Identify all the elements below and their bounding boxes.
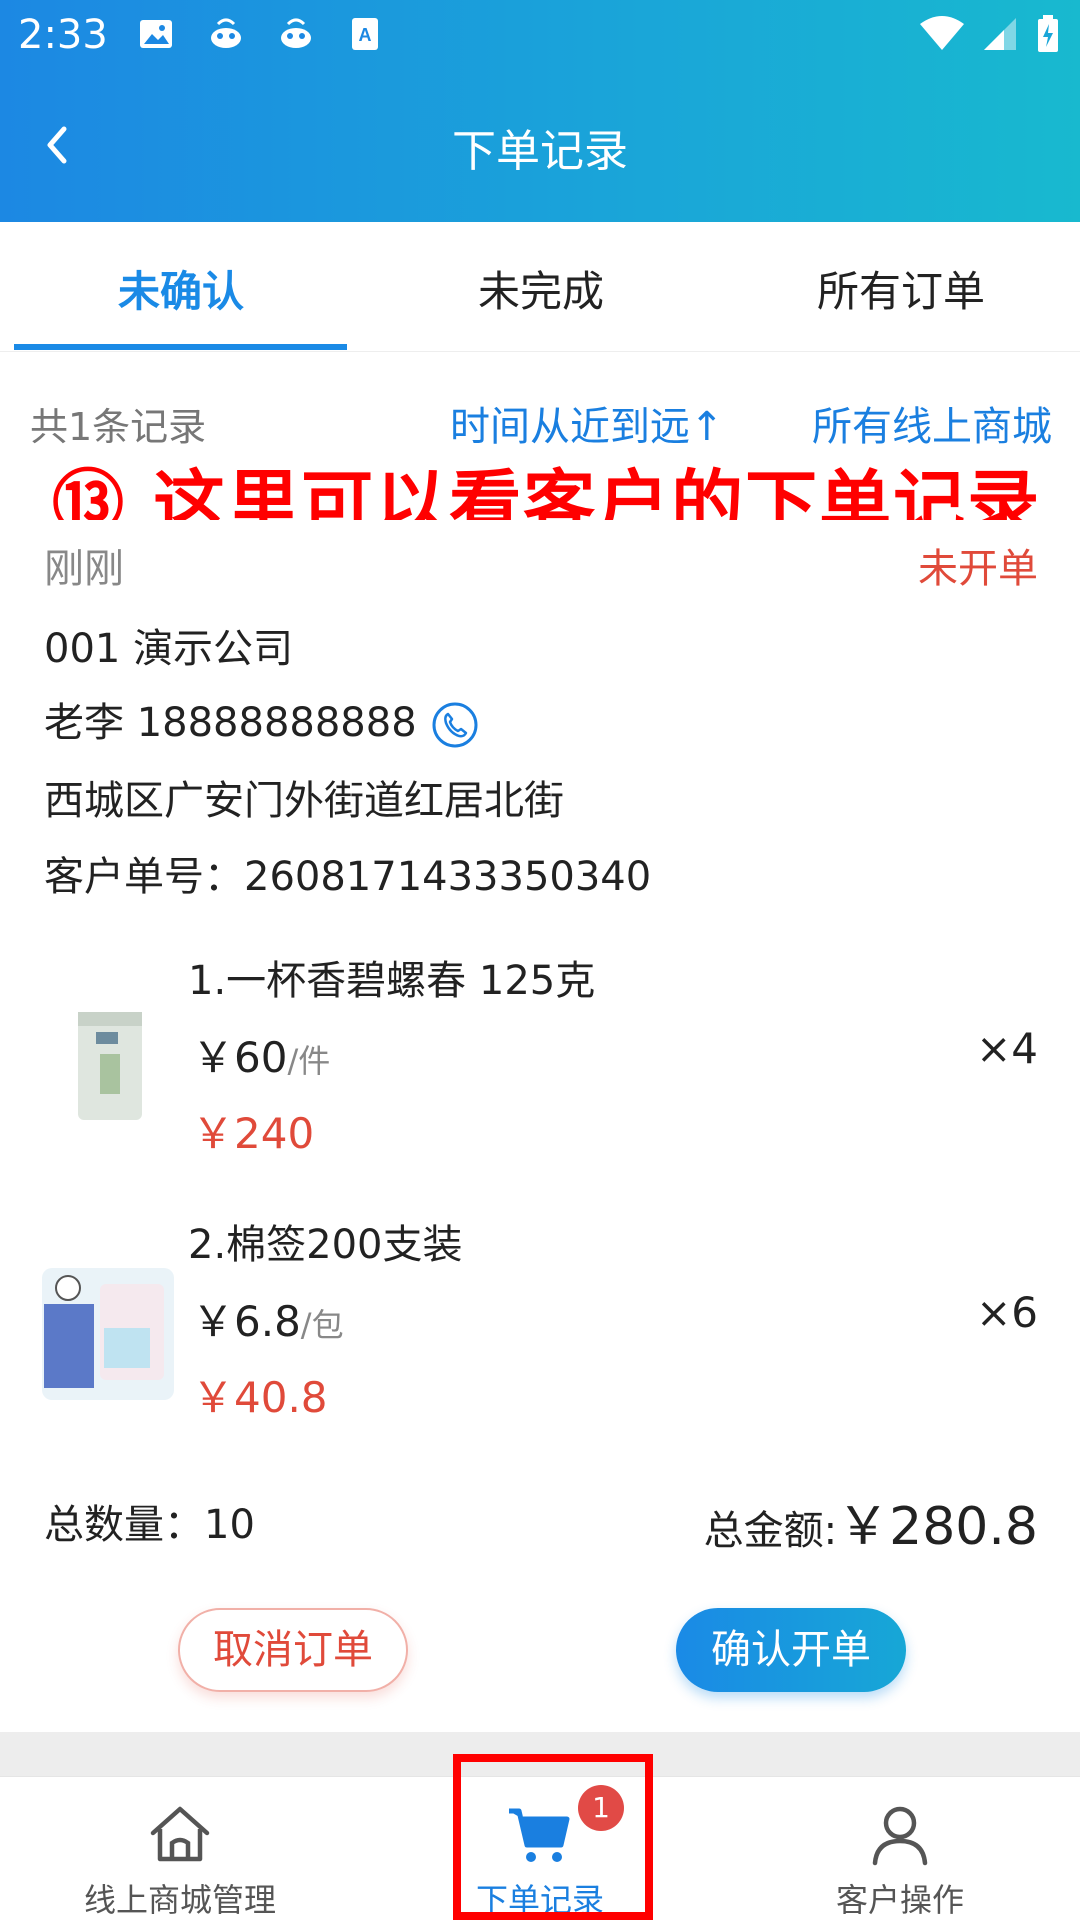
svg-text:A: A bbox=[359, 25, 372, 45]
signal-icon bbox=[984, 18, 1016, 50]
whale-app-icon-2 bbox=[281, 18, 311, 48]
tab-incomplete[interactable]: 未完成 bbox=[376, 258, 706, 319]
order-totals: 总数量：10 总金额:￥280.8 bbox=[0, 1480, 1080, 1560]
notification-icons: A bbox=[136, 14, 386, 54]
system-icons bbox=[918, 14, 1062, 54]
nav-label: 线上商城管理 bbox=[83, 1881, 276, 1919]
item-quantity: ×4 bbox=[976, 1024, 1038, 1073]
customer-name: 001 演示公司 bbox=[44, 626, 294, 672]
battery-icon bbox=[1038, 15, 1058, 52]
nav-mall-management[interactable]: 线上商城管理 bbox=[0, 1777, 360, 1920]
order-tabs: 未确认 未完成 所有订单 bbox=[0, 222, 1080, 352]
cancel-order-button[interactable]: 取消订单 bbox=[178, 1608, 408, 1692]
total-quantity: 总数量：10 bbox=[44, 1502, 255, 1548]
status-time: 2:33 bbox=[18, 12, 108, 58]
product-thumbnail bbox=[42, 998, 174, 1130]
item-price: ￥6.8/包 bbox=[192, 1288, 344, 1349]
app-header: 2:33 A 下单记录 bbox=[0, 0, 1080, 222]
total-amount: 总金额:￥280.8 bbox=[704, 1484, 1038, 1559]
a-app-icon: A bbox=[352, 18, 378, 50]
confirm-order-button[interactable]: 确认开单 bbox=[676, 1608, 906, 1692]
nav-customer-operations[interactable]: 客户操作 bbox=[720, 1777, 1080, 1920]
active-tab-indicator bbox=[14, 344, 347, 350]
item-price-value: ￥6.8 bbox=[192, 1297, 301, 1346]
item-quantity: ×6 bbox=[976, 1288, 1038, 1337]
phone-icon[interactable] bbox=[431, 701, 479, 749]
product-thumbnail bbox=[42, 1268, 174, 1400]
order-card: 刚刚 未开单 001 演示公司 老李 18888888888 西城区广安门外街道… bbox=[0, 520, 1080, 1730]
wifi-icon bbox=[920, 16, 964, 50]
item-subtotal: ￥240 bbox=[192, 1109, 315, 1158]
image-icon bbox=[140, 20, 172, 48]
item-unit: /件 bbox=[287, 1042, 331, 1080]
whale-app-icon bbox=[211, 18, 241, 48]
highlight-box bbox=[453, 1754, 653, 1920]
item-price-value: ￥60 bbox=[192, 1033, 288, 1082]
mall-filter[interactable]: 所有线上商城 bbox=[812, 394, 1052, 452]
page-title: 下单记录 bbox=[452, 126, 628, 177]
status-bar: 2:33 A bbox=[0, 0, 1080, 75]
person-icon bbox=[872, 1806, 928, 1866]
order-item[interactable]: 1.一杯香碧螺春 125克 ￥60/件 ×4 ￥240 bbox=[0, 948, 1080, 1188]
item-name: 2.棉签200支装 bbox=[188, 1222, 463, 1268]
contact-info: 老李 18888888888 bbox=[44, 700, 417, 746]
order-item[interactable]: 2.棉签200支装 ￥6.8/包 ×6 ￥40.8 bbox=[0, 1212, 1080, 1452]
record-count: 共1条记录 bbox=[30, 405, 207, 449]
home-icon bbox=[150, 1806, 210, 1862]
sort-toggle[interactable]: 时间从近到远↑ bbox=[450, 394, 724, 452]
contact-row: 老李 18888888888 bbox=[44, 690, 479, 749]
item-price: ￥60/件 bbox=[192, 1024, 330, 1085]
order-time: 刚刚 bbox=[44, 546, 124, 592]
order-number: 客户单号：2608171433350340 bbox=[44, 854, 652, 900]
item-unit: /包 bbox=[300, 1306, 344, 1344]
nav-label: 客户操作 bbox=[835, 1881, 964, 1919]
total-amount-value: ￥280.8 bbox=[837, 1497, 1038, 1557]
tab-unconfirmed[interactable]: 未确认 bbox=[16, 258, 346, 319]
item-name: 1.一杯香碧螺春 125克 bbox=[188, 958, 596, 1004]
item-subtotal: ￥40.8 bbox=[192, 1373, 328, 1422]
order-status: 未开单 bbox=[918, 546, 1038, 592]
total-amount-label: 总金额: bbox=[703, 1508, 838, 1554]
title-bar: 下单记录 bbox=[0, 95, 1080, 195]
tab-all-orders[interactable]: 所有订单 bbox=[736, 258, 1066, 319]
customer-address: 西城区广安门外街道红居北街 bbox=[44, 778, 564, 824]
